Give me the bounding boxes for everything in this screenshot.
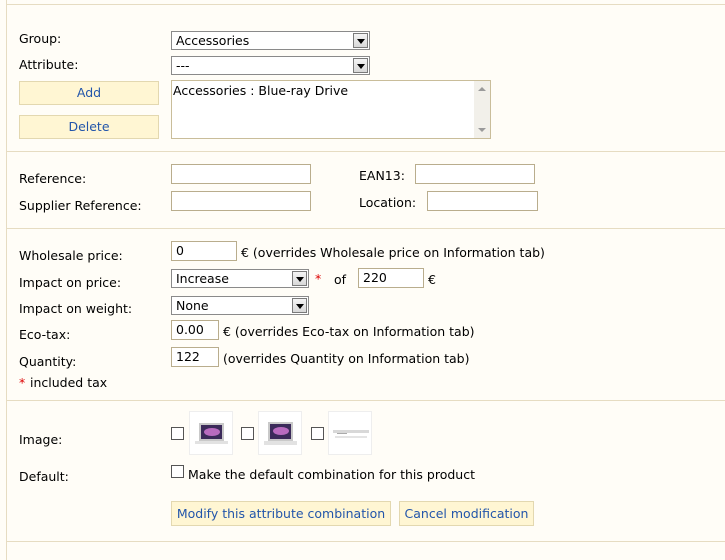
impact-weight-select[interactable]: None xyxy=(171,296,309,315)
group-label: Group: xyxy=(19,31,62,46)
default-combination-checkbox[interactable] xyxy=(171,465,184,478)
dropdown-arrow-icon xyxy=(353,58,368,73)
divider xyxy=(7,541,725,542)
default-label: Default: xyxy=(19,469,69,484)
attribute-combination-list[interactable]: Accessories : Blue-ray Drive xyxy=(171,80,491,139)
divider xyxy=(7,400,725,401)
product-image-thumbnail xyxy=(258,411,302,455)
impact-price-amount-input[interactable]: 220 xyxy=(358,268,424,288)
image-checkbox[interactable] xyxy=(171,427,184,440)
supplier-reference-label: Supplier Reference: xyxy=(19,198,142,213)
quantity-label: Quantity: xyxy=(19,354,77,369)
ean13-label: EAN13: xyxy=(359,168,405,183)
impact-price-label: Impact on price: xyxy=(19,275,122,290)
divider xyxy=(7,228,725,229)
eco-tax-label: Eco-tax: xyxy=(19,327,71,342)
delete-button[interactable]: Delete xyxy=(19,115,159,139)
laptop-side-icon xyxy=(333,430,369,438)
included-tax-asterisk: * xyxy=(19,375,26,390)
add-button[interactable]: Add xyxy=(19,81,159,105)
impact-price-of-label: of xyxy=(334,272,347,287)
laptop-icon xyxy=(195,423,228,444)
impact-price-select[interactable]: Increase xyxy=(171,269,309,288)
attribute-select[interactable]: --- xyxy=(171,56,370,75)
impact-price-currency: € xyxy=(428,272,436,287)
default-combination-checkbox-label[interactable]: Make the default combination for this pr… xyxy=(188,467,475,482)
ean13-input[interactable] xyxy=(415,164,535,184)
impact-weight-label: Impact on weight: xyxy=(19,301,133,316)
divider xyxy=(7,4,725,5)
wholesale-price-note: € (overrides Wholesale price on Informat… xyxy=(241,245,545,260)
attribute-select-value: --- xyxy=(176,58,190,73)
list-item[interactable]: Accessories : Blue-ray Drive xyxy=(173,83,348,98)
dropdown-arrow-icon xyxy=(292,298,307,313)
location-label: Location: xyxy=(359,195,417,210)
attribute-label: Attribute: xyxy=(19,57,79,72)
dropdown-arrow-icon xyxy=(353,33,368,48)
laptop-icon xyxy=(264,422,297,445)
eco-tax-input[interactable]: 0.00 xyxy=(171,320,219,340)
impact-weight-select-value: None xyxy=(176,298,209,313)
location-input[interactable] xyxy=(427,191,538,211)
product-image-thumbnail xyxy=(328,411,372,455)
image-checkbox[interactable] xyxy=(311,427,324,440)
group-select[interactable]: Accessories xyxy=(171,31,370,50)
image-label: Image: xyxy=(19,432,63,447)
wholesale-price-label: Wholesale price: xyxy=(19,248,123,263)
dropdown-arrow-icon xyxy=(292,271,307,286)
product-image-thumbnail xyxy=(189,411,233,455)
scroll-down-icon[interactable] xyxy=(474,124,490,138)
eco-tax-note: € (overrides Eco-tax on Information tab) xyxy=(223,324,475,339)
supplier-reference-input[interactable] xyxy=(171,191,311,211)
image-checkbox[interactable] xyxy=(241,427,254,440)
required-asterisk: * xyxy=(315,271,322,286)
impact-price-select-value: Increase xyxy=(176,271,229,286)
quantity-input[interactable]: 122 xyxy=(171,347,219,367)
divider xyxy=(7,151,725,152)
cancel-modification-button[interactable]: Cancel modification xyxy=(399,501,534,526)
reference-input[interactable] xyxy=(171,164,311,184)
quantity-note: (overrides Quantity on Information tab) xyxy=(223,351,470,366)
included-tax-label: included tax xyxy=(30,375,108,390)
modify-combination-button[interactable]: Modify this attribute combination xyxy=(171,501,391,526)
group-select-value: Accessories xyxy=(176,33,250,48)
list-scrollbar[interactable] xyxy=(474,81,490,138)
wholesale-price-input[interactable]: 0 xyxy=(171,241,237,261)
reference-label: Reference: xyxy=(19,171,87,186)
